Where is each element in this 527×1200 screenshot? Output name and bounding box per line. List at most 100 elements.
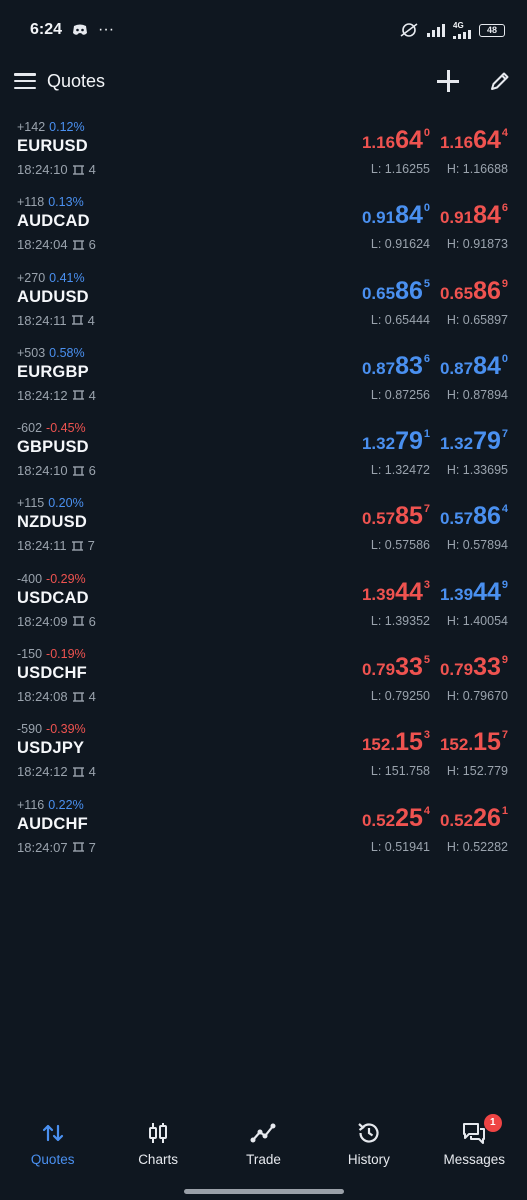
daily-change: +118 0.13% bbox=[17, 195, 96, 209]
bid-price-prefix: 0.79 bbox=[361, 660, 396, 680]
daily-change: -602 -0.45% bbox=[17, 421, 96, 435]
ask-price: 152.157 bbox=[440, 728, 508, 757]
bid-price-prefix: 152. bbox=[361, 735, 396, 755]
discord-icon bbox=[73, 24, 88, 35]
change-points: +115 bbox=[17, 496, 45, 511]
ask-price-fraction: 1 bbox=[501, 804, 508, 817]
quote-row-audchf[interactable]: +116 0.22% AUDCHF 18:24:07 7 0.52254 0.5 bbox=[0, 790, 527, 865]
ask-price: 1.32797 bbox=[440, 427, 508, 456]
ask-price-pips: 86 bbox=[473, 502, 501, 531]
bid-price: 0.87836 bbox=[362, 352, 430, 381]
bid-price-pips: 83 bbox=[395, 351, 423, 380]
low-price: L: 1.16255 bbox=[370, 162, 430, 176]
nav-charts[interactable]: Charts bbox=[106, 1120, 211, 1167]
ask-price: 0.57864 bbox=[440, 502, 508, 531]
quote-meta: 18:24:04 6 bbox=[17, 237, 96, 252]
quote-row-usdchf[interactable]: -150 -0.19% USDCHF 18:24:08 4 0.79335 0. bbox=[0, 639, 527, 714]
spread-icon bbox=[72, 390, 84, 401]
signal-icon bbox=[427, 23, 445, 37]
spread-icon bbox=[71, 541, 83, 551]
symbol-name: GBPUSD bbox=[17, 438, 89, 457]
quote-time: 18:24:11 bbox=[17, 312, 67, 328]
spread-value: 6 bbox=[88, 463, 96, 479]
ask-price-prefix: 0.57 bbox=[439, 509, 474, 529]
status-time: 6:24 bbox=[30, 21, 63, 38]
change-percent: -0.45% bbox=[46, 421, 86, 436]
ask-price-prefix: 0.79 bbox=[439, 660, 474, 680]
bid-price-prefix: 1.32 bbox=[361, 434, 396, 454]
symbol-name: USDJPY bbox=[17, 739, 85, 758]
nav-label-messages: Messages bbox=[443, 1152, 506, 1167]
ask-price: 0.87840 bbox=[440, 352, 508, 381]
symbol-name: USDCHF bbox=[17, 664, 87, 683]
quote-row-nzdusd[interactable]: +115 0.20% NZDUSD 18:24:11 7 0.57857 0.5 bbox=[0, 488, 527, 563]
history-icon bbox=[358, 1123, 379, 1143]
bid-price: 1.32791 bbox=[362, 427, 430, 456]
quote-row-audcad[interactable]: +118 0.13% AUDCAD 18:24:04 6 0.91840 0.9 bbox=[0, 187, 527, 262]
bottom-navigation: Quotes Charts Trade History 1 Messages bbox=[0, 1114, 527, 1184]
bid-price-prefix: 1.39 bbox=[361, 584, 396, 604]
change-points: +118 bbox=[17, 195, 45, 210]
quote-row-usdcad[interactable]: -400 -0.29% USDCAD 18:24:09 6 1.39443 1. bbox=[0, 564, 527, 639]
nav-label-trade: Trade bbox=[246, 1152, 281, 1167]
nav-messages[interactable]: 1 Messages bbox=[422, 1114, 527, 1167]
home-indicator[interactable] bbox=[184, 1189, 344, 1194]
spread-value: 7 bbox=[87, 538, 95, 554]
change-percent: -0.29% bbox=[46, 571, 86, 586]
ask-price-pips: 84 bbox=[473, 351, 501, 380]
ask-price-prefix: 0.52 bbox=[439, 810, 474, 830]
spread-icon bbox=[71, 315, 83, 325]
high-price: H: 0.52282 bbox=[446, 839, 508, 854]
ask-price-pips: 84 bbox=[473, 201, 501, 230]
daily-change: +116 0.22% bbox=[17, 798, 96, 812]
bid-price-pips: 86 bbox=[395, 276, 423, 305]
bid-price: 0.79335 bbox=[362, 653, 430, 682]
bid-price-fraction: 7 bbox=[423, 503, 430, 516]
ask-price-prefix: 0.65 bbox=[439, 283, 474, 303]
ask-price-prefix: 1.32 bbox=[439, 434, 474, 454]
quote-row-eurusd[interactable]: +142 0.12% EURUSD 18:24:10 4 1.16640 1.1 bbox=[0, 112, 527, 187]
high-price: H: 1.16688 bbox=[446, 162, 508, 176]
quotes-icon bbox=[42, 1124, 63, 1142]
symbol-name: NZDUSD bbox=[17, 513, 87, 532]
quote-meta: 18:24:12 4 bbox=[17, 388, 96, 403]
nav-label-charts: Charts bbox=[138, 1152, 178, 1167]
change-percent: 0.13% bbox=[48, 195, 84, 210]
ask-price-pips: 44 bbox=[473, 577, 501, 606]
nav-trade[interactable]: Trade bbox=[211, 1120, 316, 1167]
change-points: +116 bbox=[17, 797, 45, 812]
daily-change: +503 0.58% bbox=[17, 346, 96, 360]
bid-price-fraction: 0 bbox=[423, 127, 430, 139]
data-saver-icon bbox=[400, 23, 418, 37]
bid-price-fraction: 3 bbox=[423, 578, 430, 591]
spread-icon bbox=[72, 767, 84, 777]
spread-value: 4 bbox=[88, 764, 96, 780]
nav-history[interactable]: History bbox=[316, 1120, 421, 1167]
quote-time: 18:24:08 bbox=[17, 689, 68, 705]
bid-price-fraction: 6 bbox=[423, 352, 430, 365]
bid-price-fraction: 3 bbox=[423, 729, 430, 742]
quote-time: 18:24:07 bbox=[17, 839, 68, 855]
bid-price-prefix: 0.57 bbox=[361, 509, 396, 529]
edit-pencil-icon[interactable] bbox=[489, 70, 511, 92]
high-price: H: 0.91873 bbox=[446, 237, 508, 252]
quote-row-eurgbp[interactable]: +503 0.58% EURGBP 18:24:12 4 0.87836 0.8 bbox=[0, 338, 527, 413]
bid-price-prefix: 0.65 bbox=[361, 283, 396, 303]
spread-value: 4 bbox=[88, 387, 96, 403]
ask-price-pips: 33 bbox=[473, 653, 501, 682]
symbol-name: EURGBP bbox=[17, 362, 89, 381]
quote-meta: 18:24:11 4 bbox=[17, 313, 95, 328]
quote-row-usdjpy[interactable]: -590 -0.39% USDJPY 18:24:12 4 152.153 15 bbox=[0, 714, 527, 789]
low-price: L: 0.57586 bbox=[370, 538, 430, 553]
spread-icon bbox=[72, 240, 84, 250]
quote-row-gbpusd[interactable]: -602 -0.45% GBPUSD 18:24:10 6 1.32791 1. bbox=[0, 413, 527, 488]
nav-quotes[interactable]: Quotes bbox=[0, 1120, 105, 1167]
menu-icon[interactable] bbox=[14, 73, 36, 89]
messages-badge: 1 bbox=[483, 1114, 502, 1132]
change-points: -590 bbox=[17, 722, 43, 737]
signal-icon-2 bbox=[453, 29, 471, 39]
symbol-name: AUDCHF bbox=[17, 814, 88, 833]
add-symbol-icon[interactable] bbox=[437, 70, 459, 92]
quote-row-audusd[interactable]: +270 0.41% AUDUSD 18:24:11 4 0.65865 0.6 bbox=[0, 263, 527, 338]
ask-price-pips: 86 bbox=[473, 276, 501, 305]
